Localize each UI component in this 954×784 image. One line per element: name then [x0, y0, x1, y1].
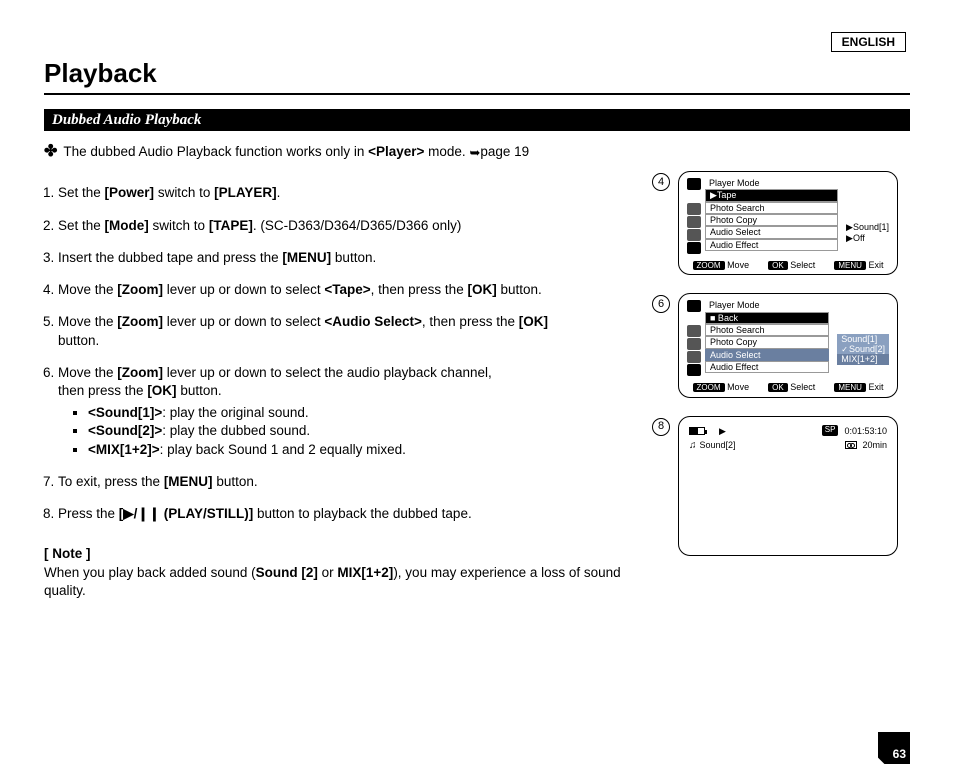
intro-line: ✤ The dubbed Audio Playback function wor…	[44, 141, 910, 163]
menu-tag: MENU	[834, 383, 866, 392]
section-header: Dubbed Audio Playback	[44, 109, 910, 131]
ok-tag: OK	[768, 261, 788, 270]
intro-mode: <Player>	[368, 144, 424, 159]
menu-tag: MENU	[834, 261, 866, 270]
option-sound1: Sound[1]	[837, 334, 889, 344]
play-icon: ▶	[719, 425, 726, 437]
cross-bullet-icon: ✤	[44, 141, 57, 163]
menu-title: Player Mode	[705, 300, 829, 311]
icon-column	[687, 300, 701, 376]
ok-tag: OK	[768, 383, 788, 392]
side-value: ▶Off	[846, 233, 889, 243]
menu-item: Photo Copy	[705, 336, 829, 348]
diagram-6: 6 Player Mode ■ Back Photo Search	[652, 293, 910, 397]
tape-icon	[687, 216, 701, 228]
timecode: 0:01:53:10	[844, 425, 887, 437]
page-title: Playback	[44, 56, 910, 95]
step-5: Move the [Zoom] lever up or down to sele…	[58, 313, 640, 349]
step-1: Set the [Power] switch to [PLAYER].	[58, 184, 640, 202]
step-2: Set the [Mode] switch to [TAPE]. (SC-D36…	[58, 217, 640, 235]
camera-icon	[687, 300, 701, 312]
note-block: [ Note ] When you play back added sound …	[44, 545, 640, 600]
step-7: To exit, press the [MENU] button.	[58, 473, 640, 491]
side-value: ▶Sound[1]	[846, 222, 889, 232]
display-icon	[687, 351, 701, 363]
step-4: Move the [Zoom] lever up or down to sele…	[58, 281, 640, 299]
menu-back: ■ Back	[705, 312, 829, 324]
step-6-sub-1: <Sound[1]>: play the original sound.	[88, 404, 640, 422]
zoom-tag: ZOOM	[693, 261, 725, 270]
settings-icon	[687, 364, 701, 376]
diagram-number-4: 4	[652, 173, 670, 191]
diagram-8: 8 ▶ ♫ Sound[2]	[652, 416, 910, 556]
intro-prefix: The dubbed Audio Playback function works…	[63, 144, 368, 159]
cassette-icon	[845, 441, 857, 449]
music-note-icon: ♫	[689, 439, 697, 453]
step-3: Insert the dubbed tape and press the [ME…	[58, 249, 640, 267]
photo-icon	[687, 203, 701, 215]
sp-tag: SP	[822, 425, 839, 436]
screen-frame-6: Player Mode ■ Back Photo Search Photo Co…	[678, 293, 898, 397]
steps-column: Set the [Power] switch to [PLAYER]. Set …	[44, 171, 652, 600]
section-header-text: Dubbed Audio Playback	[44, 112, 209, 128]
note-label: [ Note ]	[44, 546, 91, 561]
camera-icon	[687, 178, 701, 190]
language-indicator: ENGLISH	[831, 32, 906, 52]
arrow-icon: ➥	[469, 144, 480, 162]
option-sound2-selected: Sound[2]	[837, 344, 889, 354]
diagrams-column: 4 Player Mode ▶Tape Photo Search	[652, 171, 910, 600]
intro-suffix: mode.	[424, 144, 469, 159]
hint-bar: ZOOM Move OK Select MENU Exit	[687, 382, 889, 392]
step-6: Move the [Zoom] lever up or down to sele…	[58, 364, 640, 459]
step-6-sub-3: <MIX[1+2]>: play back Sound 1 and 2 equa…	[88, 441, 640, 459]
battery-icon	[689, 427, 705, 435]
menu-item: Photo Copy	[705, 214, 838, 226]
step-6-sub-2: <Sound[2]>: play the dubbed sound.	[88, 422, 640, 440]
menu-item: Photo Search	[705, 324, 829, 336]
menu-item: Audio Effect	[705, 361, 829, 373]
diagram-number-6: 6	[652, 295, 670, 313]
hint-bar: ZOOM Move OK Select MENU Exit	[687, 260, 889, 270]
option-mix: MIX[1+2]	[837, 354, 889, 364]
diagram-4: 4 Player Mode ▶Tape Photo Search	[652, 171, 910, 275]
photo-icon	[687, 325, 701, 337]
sound-indicator: Sound[2]	[700, 439, 736, 451]
page-number-badge: 63	[878, 732, 910, 764]
zoom-tag: ZOOM	[693, 383, 725, 392]
screen-frame-8: ▶ ♫ Sound[2] SP 0:01:53:10	[678, 416, 898, 556]
menu-title: Player Mode	[705, 178, 838, 189]
menu-item: Photo Search	[705, 202, 838, 214]
menu-item: Audio Select	[705, 226, 838, 238]
intro-pageref: page 19	[480, 144, 529, 159]
menu-tape: ▶Tape	[705, 189, 838, 201]
screen-frame-4: Player Mode ▶Tape Photo Search Photo Cop…	[678, 171, 898, 275]
diagram-number-8: 8	[652, 418, 670, 436]
display-icon	[687, 229, 701, 241]
settings-icon	[687, 242, 701, 254]
tape-icon	[687, 338, 701, 350]
tape-remaining: 20min	[862, 439, 887, 451]
step-8: Press the [▶/❙❙ (PLAY/STILL)] button to …	[58, 505, 640, 523]
menu-item-selected: Audio Select	[705, 349, 829, 361]
menu-item: Audio Effect	[705, 239, 838, 251]
icon-column	[687, 178, 701, 254]
